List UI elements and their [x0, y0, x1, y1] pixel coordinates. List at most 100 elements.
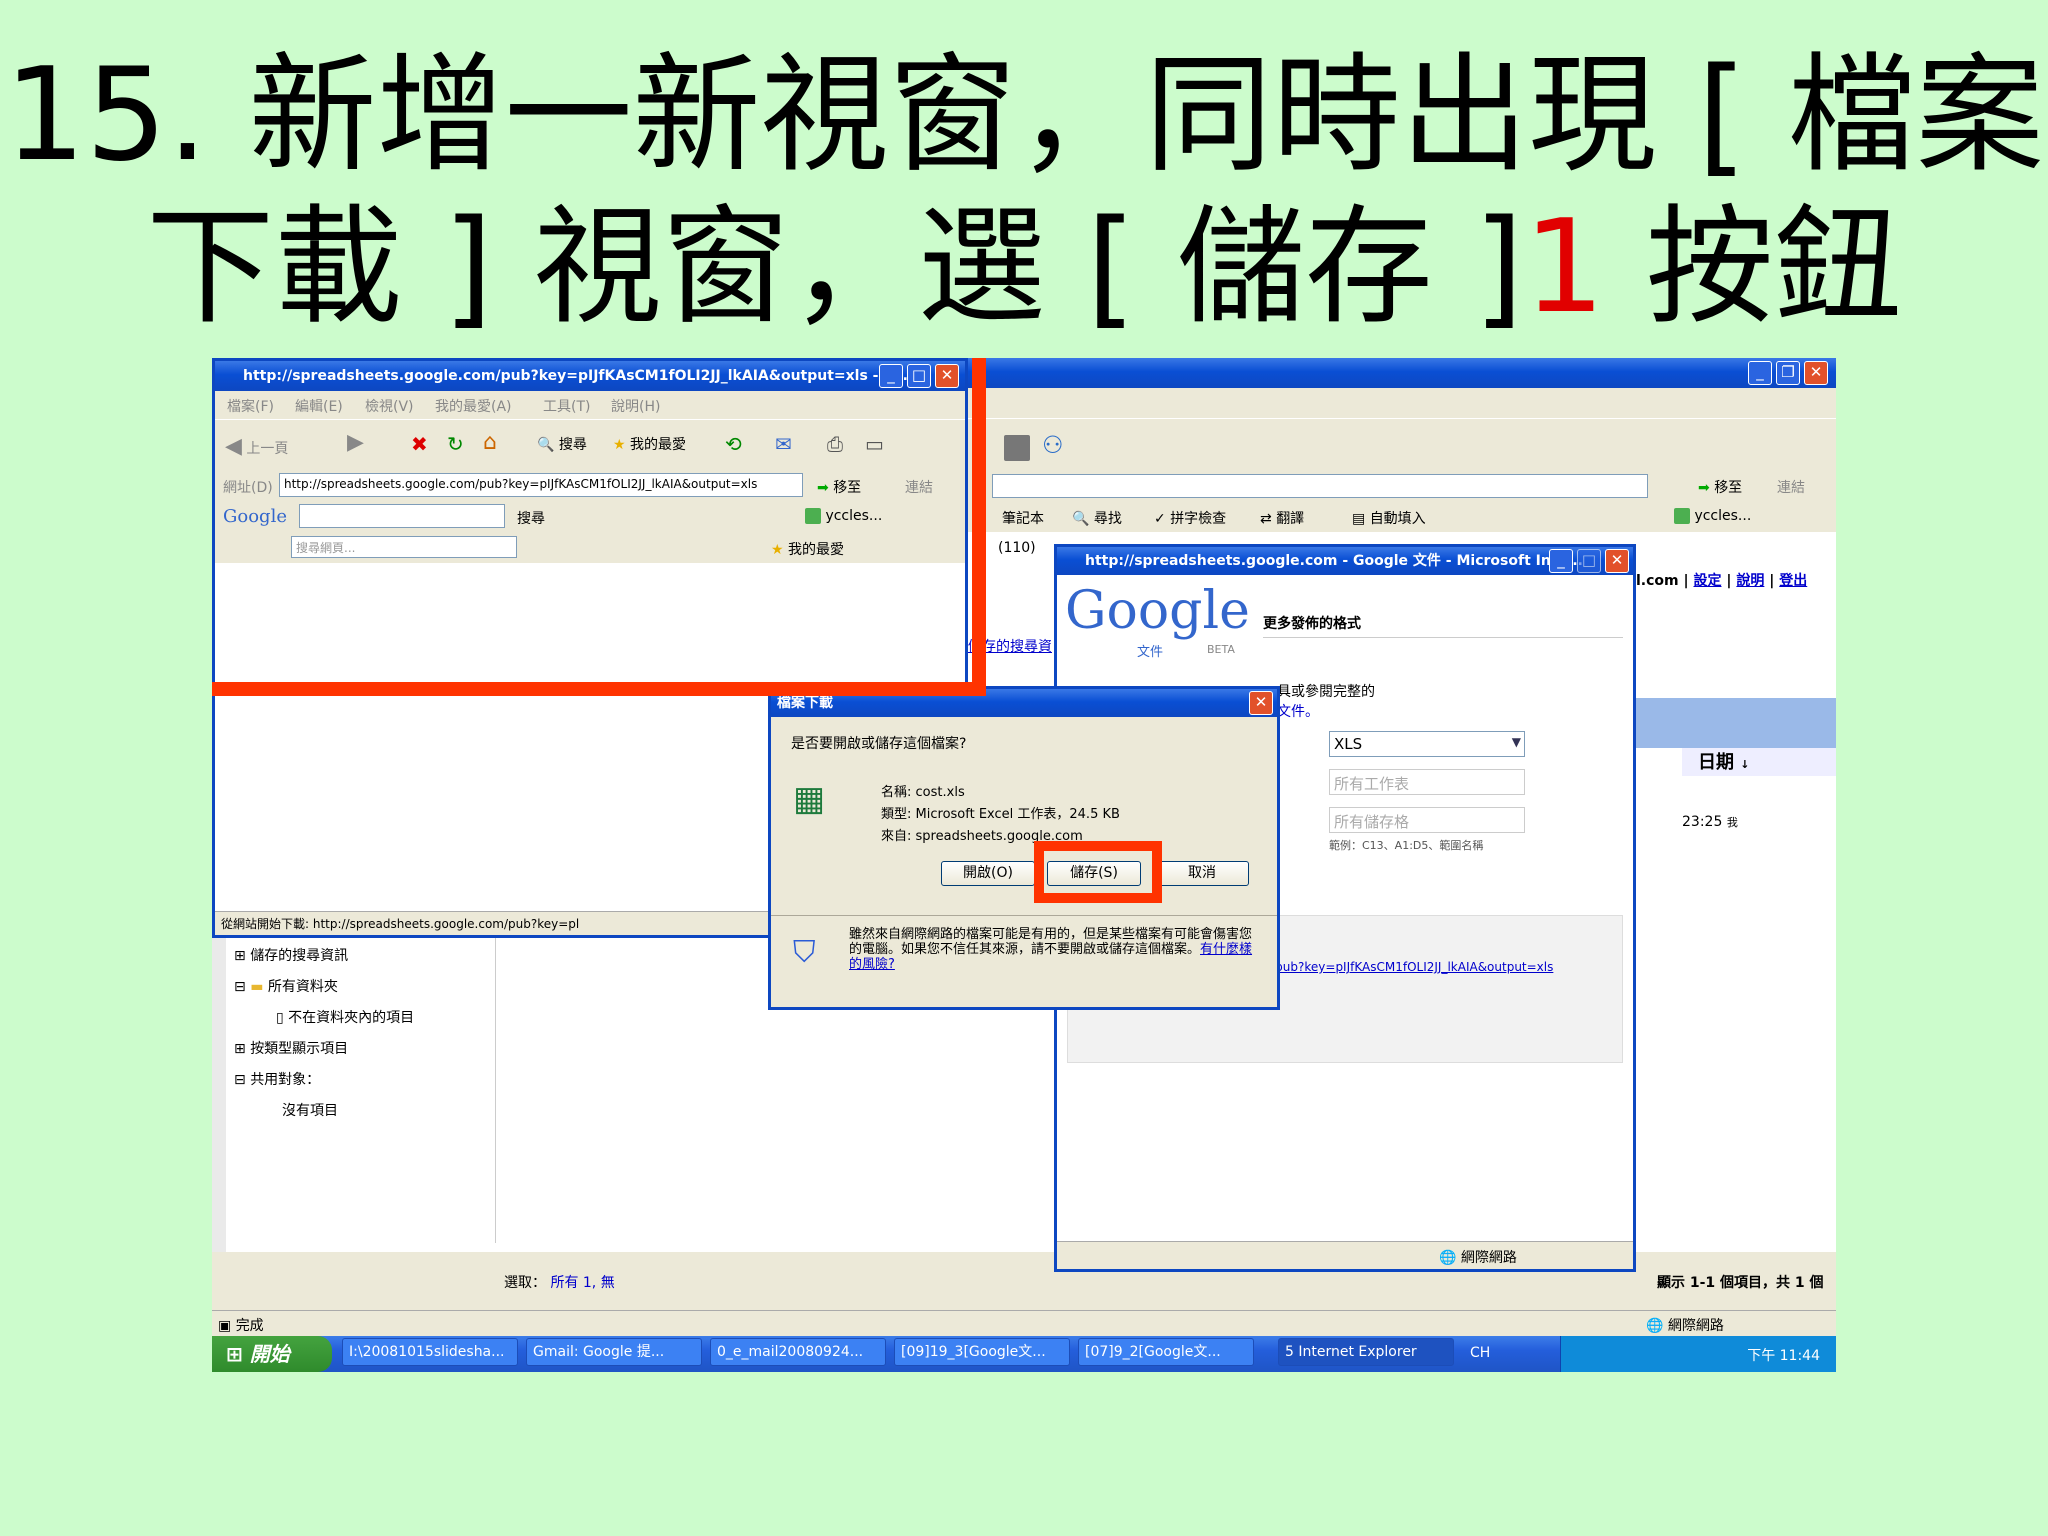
ie-status-text: 從網站開始下載: http://spreadsheets.google.com/…: [221, 917, 580, 931]
task-item-ie-group[interactable]: 5 Internet Explorer: [1278, 1338, 1454, 1366]
tree-by-type-label: 按類型顯示項目: [250, 1041, 349, 1057]
row-time-value: 23:25: [1682, 814, 1723, 830]
back-close-button[interactable]: ✕: [1804, 361, 1828, 385]
translate-icon: ⇄: [1260, 511, 1272, 527]
highlight-save-button: [1034, 841, 1162, 903]
tree-shared-label: 共用對象：: [250, 1072, 321, 1088]
date-column-header[interactable]: 日期 ↓: [1682, 748, 1836, 776]
translate-label: 翻譯: [1276, 511, 1305, 527]
select-none-link[interactable]: 無: [601, 1275, 615, 1291]
name-label: 名稱:: [881, 785, 912, 800]
row-owner: 我: [1726, 816, 1738, 829]
row-time: 23:25 我: [1682, 814, 1738, 830]
dialog-divider: [771, 915, 1277, 916]
logo-sub: 文件: [1137, 645, 1164, 660]
start-button[interactable]: ⊞ 開始: [212, 1336, 332, 1372]
logo-beta: BETA: [1207, 643, 1235, 656]
dialog-close-button[interactable]: ✕: [1249, 691, 1273, 715]
google-docs-logo: Google: [1065, 581, 1250, 641]
partial-text-1: 具或參閱完整的: [1277, 684, 1375, 700]
google-close-button[interactable]: ✕: [1605, 549, 1629, 573]
inbox-count: (110): [998, 540, 1036, 556]
dialog-question: 是否要開啟或儲存這個檔案?: [791, 736, 967, 752]
tree-saved-search[interactable]: ⊞ 儲存的搜尋資訊: [234, 945, 348, 965]
tree-no-items: 沒有項目: [282, 1103, 338, 1119]
step-number: 1: [1523, 193, 1605, 342]
type-value: Microsoft Excel 工作表，24.5 KB: [915, 807, 1120, 822]
settings-link[interactable]: 設定: [1693, 573, 1721, 589]
task-item-email[interactable]: 0_e_mail20080924...: [710, 1338, 886, 1366]
page-done-icon: ▣: [218, 1318, 232, 1334]
spellcheck-button[interactable]: ✓ 拼字檢查: [1154, 508, 1226, 528]
back-minimize-button[interactable]: _: [1748, 361, 1772, 385]
google-status-zone: 🌐 網際網路: [1439, 1247, 1517, 1267]
google-minimize-button[interactable]: _: [1549, 549, 1573, 573]
dialog-warning: 雖然來自網際網路的檔案可能是有用的，但是某些檔案有可能會傷害您的電腦。如果您不信…: [849, 927, 1259, 972]
tree-saved-search-label: 儲存的搜尋資訊: [250, 948, 349, 964]
find-icon: 🔍: [1072, 511, 1090, 527]
back-address-field[interactable]: [992, 474, 1648, 498]
title-line-2-a: 下載 ] 視窗，選 [ 儲存 ]: [146, 193, 1524, 342]
back-go-button[interactable]: ➡ 移至: [1698, 477, 1742, 497]
file-download-dialog: 檔案下載 ✕ 是否要開啟或儲存這個檔案? ▦ 名稱: cost.xls 類型: …: [768, 686, 1280, 1010]
partial-text-2: 文件。: [1277, 704, 1319, 720]
selection-bar: 選取： 所有 1, 無: [504, 1272, 615, 1292]
title-line-2-b: 按鈕: [1605, 193, 1902, 342]
list-header-band: [1636, 698, 1836, 748]
format-select[interactable]: XLS ▼: [1329, 731, 1525, 757]
back-links-label[interactable]: 連結: [1777, 477, 1805, 497]
tree-by-type[interactable]: ⊞ 按類型顯示項目: [234, 1038, 348, 1058]
title-line-1: 15. 新增一新視窗，同時出現 [ 檔案: [4, 41, 2044, 190]
task-item-doc1[interactable]: [09]19_3[Google文...: [894, 1338, 1070, 1366]
logo-text: Google: [1065, 581, 1250, 641]
sheets-value: 所有工作表: [1334, 775, 1410, 793]
tree-all-folders[interactable]: ⊟ ▬ 所有資料夾: [234, 976, 338, 996]
slide-title: 15. 新增一新視窗，同時出現 [ 檔案 下載 ] 視窗，選 [ 儲存 ]1 按…: [0, 40, 2048, 344]
find-button[interactable]: 🔍 尋找: [1072, 508, 1122, 528]
task-item-explorer[interactable]: I:\20081015slidesha...: [342, 1338, 518, 1366]
users-icon[interactable]: ⚇: [1042, 431, 1064, 459]
open-button[interactable]: 開啟(O): [941, 861, 1035, 886]
shield-icon: ⛉: [793, 935, 816, 970]
account-info: l.com | 設定 | 說明 | 登出: [1636, 573, 1808, 589]
select-all-link[interactable]: 所有 1,: [550, 1275, 596, 1291]
help-link[interactable]: 說明: [1736, 573, 1764, 589]
globe-icon: 🌐: [1646, 1318, 1664, 1334]
google-maximize-button[interactable]: □: [1577, 549, 1601, 573]
windows-flag-icon: ⊞: [226, 1342, 243, 1366]
tree-all-folders-label: 所有資料夾: [267, 979, 338, 995]
task-item-gmail[interactable]: Gmail: Google 提...: [526, 1338, 702, 1366]
range-example: 範例：C13、A1:D5、範圍名稱: [1329, 839, 1484, 852]
back-profile-label: yccles...: [1694, 508, 1752, 524]
language-indicator[interactable]: CH: [1470, 1345, 1490, 1361]
logout-link[interactable]: 登出: [1779, 573, 1807, 589]
google-window-title: http://spreadsheets.google.com - Google …: [1057, 547, 1633, 575]
translate-button[interactable]: ⇄ 翻譯: [1260, 508, 1304, 528]
notebook-button[interactable]: 筆記本: [1002, 508, 1044, 528]
task-item-doc2[interactable]: [07]9_2[Google文...: [1078, 1338, 1254, 1366]
sheets-select[interactable]: 所有工作表: [1329, 769, 1525, 795]
cells-input[interactable]: 所有儲存格: [1329, 807, 1525, 833]
cancel-button[interactable]: 取消: [1155, 861, 1249, 886]
back-restore-button[interactable]: ❐: [1776, 361, 1800, 385]
tree-shared[interactable]: ⊟ 共用對象：: [234, 1069, 320, 1089]
file-type-row: 類型: Microsoft Excel 工作表，24.5 KB: [881, 803, 1120, 822]
stop-list-icon[interactable]: [1004, 435, 1030, 461]
autofill-button[interactable]: ▤ 自動填入: [1352, 508, 1426, 528]
item-count: 顯示 1-1 個項目，共 1 個: [1657, 1275, 1824, 1291]
tree-not-in-folder[interactable]: ▯ 不在資料夾內的項目: [276, 1007, 414, 1027]
back-status-zone-label: 網際網路: [1667, 1318, 1724, 1334]
spell-label: 拼字檢查: [1170, 511, 1227, 527]
clock[interactable]: 下午 11:44: [1747, 1345, 1820, 1365]
chevron-down-icon: ▼: [1511, 735, 1521, 749]
back-status-zone: 🌐 網際網路: [1646, 1315, 1724, 1335]
find-label: 尋找: [1093, 511, 1122, 527]
autofill-icon: ▤: [1352, 511, 1366, 527]
back-profile-button[interactable]: yccles...: [1674, 508, 1751, 524]
google-status-zone-label: 網際網路: [1460, 1250, 1517, 1266]
status-done: ▣ 完成: [218, 1315, 264, 1335]
excel-file-icon: ▦: [793, 779, 826, 819]
globe-icon: 🌐: [1439, 1250, 1457, 1266]
google-statusbar: 🌐 網際網路: [1057, 1241, 1633, 1269]
sort-arrow-icon: ↓: [1740, 758, 1750, 771]
